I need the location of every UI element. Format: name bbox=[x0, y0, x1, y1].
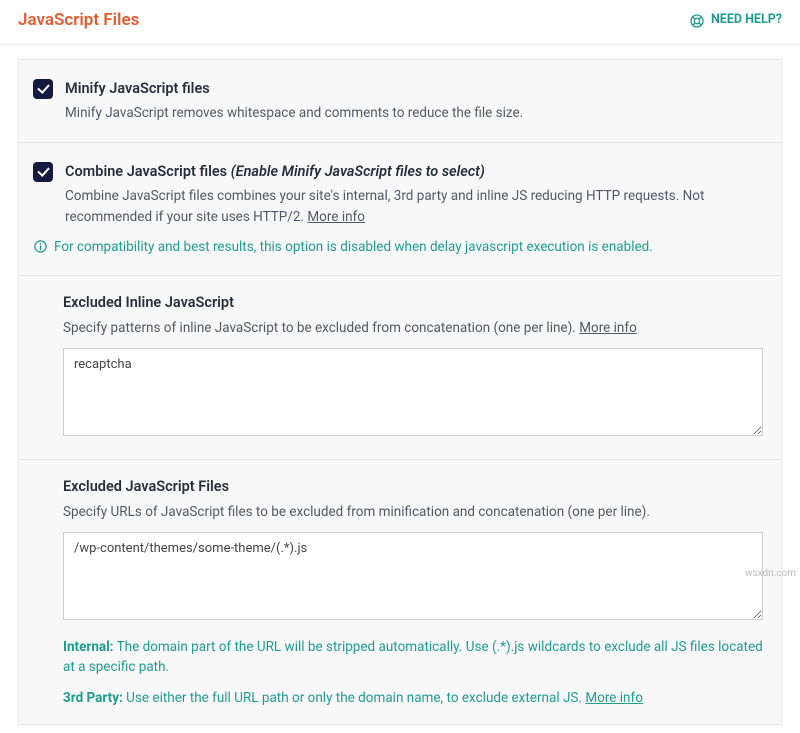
minify-js-desc: Minify JavaScript removes whitespace and… bbox=[65, 103, 765, 123]
excluded-inline-desc: Specify patterns of inline JavaScript to… bbox=[63, 318, 763, 338]
minify-js-title: Minify JavaScript files bbox=[65, 78, 765, 100]
combine-js-checkbox[interactable] bbox=[33, 162, 53, 182]
page-title: JavaScript Files bbox=[18, 8, 139, 34]
combine-js-desc: Combine JavaScript files combines your s… bbox=[65, 186, 765, 227]
excluded-files-title: Excluded JavaScript Files bbox=[63, 476, 763, 498]
combine-more-info-link[interactable]: More info bbox=[307, 209, 365, 225]
combine-js-title: Combine JavaScript files (Enable Minify … bbox=[65, 161, 765, 183]
need-help-link[interactable]: NEED HELP? bbox=[689, 11, 782, 30]
need-help-label: NEED HELP? bbox=[711, 11, 782, 30]
combine-disabled-notice: For compatibility and best results, this… bbox=[33, 237, 765, 257]
watermark: wsxdn.com bbox=[745, 566, 796, 581]
excluded-files-textarea[interactable] bbox=[63, 532, 763, 620]
excluded-inline-title: Excluded Inline JavaScript bbox=[63, 292, 763, 314]
excluded-files-internal-note: Internal: The domain part of the URL wil… bbox=[63, 637, 763, 678]
excluded-files-desc: Specify URLs of JavaScript files to be e… bbox=[63, 502, 763, 522]
minify-js-checkbox[interactable] bbox=[33, 79, 53, 99]
excluded-files-3rdparty-note: 3rd Party: Use either the full URL path … bbox=[63, 688, 763, 708]
excluded-files-more-info-link[interactable]: More info bbox=[585, 690, 643, 706]
excluded-inline-more-info-link[interactable]: More info bbox=[579, 320, 637, 336]
combine-js-hint: (Enable Minify JavaScript files to selec… bbox=[231, 163, 485, 180]
info-icon bbox=[33, 239, 48, 254]
excluded-inline-textarea[interactable] bbox=[63, 348, 763, 436]
settings-panel: Minify JavaScript files Minify JavaScrip… bbox=[18, 59, 782, 725]
lifebuoy-icon bbox=[689, 13, 705, 29]
